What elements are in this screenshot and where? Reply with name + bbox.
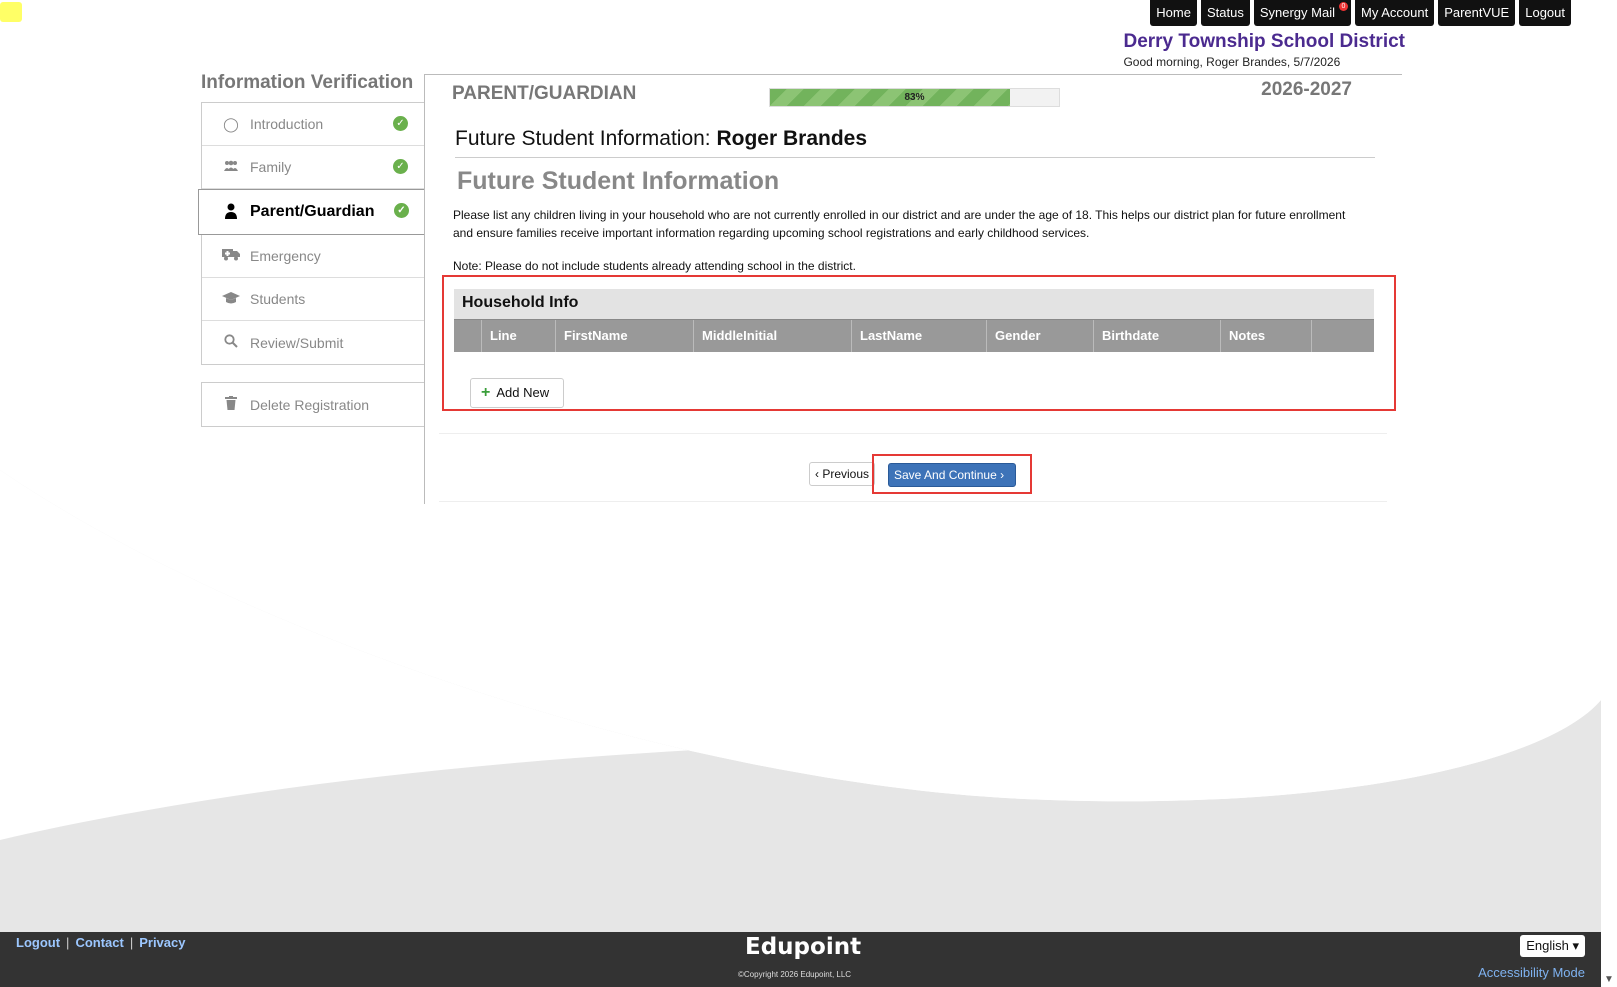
page-title: Future Student Information: Roger Brande… (455, 127, 1375, 158)
household-info-title: Household Info (454, 289, 1374, 319)
nav-status-button[interactable]: Status (1200, 0, 1250, 26)
household-table-header: Line FirstName MiddleInitial LastName Ge… (454, 319, 1374, 352)
column-header-firstname[interactable]: FirstName (556, 320, 694, 352)
nav-synergy-mail-button[interactable]: Synergy Mail 0 (1253, 0, 1351, 26)
school-year: 2026-2027 (1261, 79, 1352, 100)
vertical-scrollbar[interactable]: ▼ (1601, 0, 1617, 987)
sidebar-item-emergency[interactable]: Emergency (202, 235, 424, 278)
users-icon (222, 159, 240, 175)
page-title-student-name: Roger Brandes (716, 127, 868, 150)
graduation-cap-icon (222, 291, 240, 307)
column-header-birthdate[interactable]: Birthdate (1094, 320, 1221, 352)
description-text: Please list any children living in your … (453, 208, 1346, 240)
sidebar-item-parent-guardian[interactable]: Parent/Guardian ✓ (198, 189, 425, 235)
footer: Logout | Contact | Privacy Edupoint ©Copyrig… (0, 932, 1601, 987)
plus-icon: + (481, 384, 491, 401)
column-header-gender[interactable]: Gender (987, 320, 1094, 352)
edupoint-logo: Edupoint (745, 934, 862, 960)
search-icon (222, 334, 240, 351)
household-grid: Household Info Line FirstName MiddleInit… (454, 289, 1374, 408)
progress-bar: 83% (769, 88, 1060, 107)
sidebar-item-label: Family (250, 159, 292, 175)
top-navigation: Home Status Synergy Mail 0 My Account Pa… (1150, 0, 1571, 26)
sidebar-item-label: Students (250, 291, 306, 307)
previous-button[interactable]: ‹ Previous (809, 462, 875, 486)
user-greeting: Good morning, Roger Brandes, 5/7/2026 (1123, 55, 1341, 69)
check-circle-icon: ✓ (393, 116, 408, 131)
delete-registration-label: Delete Registration (250, 396, 370, 413)
copyright-text: ©Copyright 2026 Edupoint, LLC (738, 970, 852, 979)
column-header-select (454, 320, 482, 352)
save-button-highlight: Save And Continue › (872, 454, 1032, 494)
main-panel: PARENT/GUARDIAN 83% 2026-2027 Future Stu… (424, 74, 1402, 504)
column-header-lastname[interactable]: LastName (852, 320, 987, 352)
column-header-middleinitial[interactable]: MiddleInitial (694, 320, 852, 352)
accessibility-mode-link[interactable]: Accessibility Mode (1478, 965, 1585, 980)
household-info-section: Household Info Line FirstName MiddleInit… (442, 275, 1396, 411)
previous-label: Previous (822, 467, 870, 481)
language-select[interactable]: English ▾ (1520, 935, 1585, 957)
district-header: Derry Township School District Good morn… (1123, 31, 1405, 69)
add-new-label: Add New (496, 385, 550, 400)
nav-logout-button[interactable]: Logout (1519, 0, 1571, 26)
column-header-actions (1312, 320, 1346, 352)
mail-count-badge: 0 (1338, 2, 1348, 11)
sidebar-item-family[interactable]: Family ✓ (202, 146, 424, 189)
divider (439, 501, 1387, 502)
page-title-prefix: Future Student Information: (455, 127, 717, 150)
footer-contact-link[interactable]: Contact (75, 935, 123, 950)
divider (439, 433, 1387, 434)
chevron-right-icon: › (1000, 468, 1005, 482)
column-header-notes[interactable]: Notes (1221, 320, 1312, 352)
footer-links: Logout | Contact | Privacy (16, 935, 185, 950)
synergy-mail-label: Synergy Mail (1259, 5, 1335, 20)
section-title: PARENT/GUARDIAN (452, 83, 637, 104)
separator: | (129, 935, 134, 950)
footer-logout-link[interactable]: Logout (16, 935, 60, 950)
sidebar-title: Information Verification (201, 72, 414, 93)
caret-down-icon: ▾ (1572, 938, 1579, 953)
column-header-line[interactable]: Line (482, 320, 556, 352)
delete-registration-button[interactable]: Delete Registration (201, 382, 425, 427)
sidebar-item-label: Parent/Guardian (250, 203, 375, 220)
nav-parentvue-button[interactable]: ParentVUE (1438, 0, 1516, 26)
check-circle-icon: ✓ (394, 203, 409, 218)
footer-privacy-link[interactable]: Privacy (139, 935, 185, 950)
nav-home-button[interactable]: Home (1150, 0, 1197, 26)
sidebar-item-label: Review/Submit (250, 334, 344, 351)
nav-my-account-button[interactable]: My Account (1354, 0, 1435, 26)
save-and-continue-label: Save And Continue (894, 468, 997, 482)
separator: | (66, 935, 70, 950)
sidebar-item-label: Introduction (250, 116, 324, 132)
scroll-down-arrow-icon[interactable]: ▼ (1604, 974, 1614, 985)
user-icon (222, 203, 240, 222)
lightbulb-icon: ◯ (223, 115, 239, 132)
add-new-button[interactable]: + Add New (470, 378, 564, 408)
ambulance-icon (222, 248, 240, 264)
sidebar: Information Verification ◯ Introduction … (198, 72, 425, 427)
sticky-note-marker (0, 2, 22, 22)
note-text: Note: Please do not include students alr… (453, 259, 856, 273)
sidebar-item-label: Emergency (250, 248, 321, 264)
sidebar-steps: ◯ Introduction ✓ Family ✓ Parent/Guardia… (198, 102, 425, 365)
progress-label: 83% (904, 92, 925, 103)
language-label: English (1526, 938, 1569, 953)
sidebar-item-introduction[interactable]: ◯ Introduction ✓ (202, 103, 424, 146)
check-circle-icon: ✓ (393, 159, 408, 174)
sidebar-item-students[interactable]: Students (202, 278, 424, 321)
save-and-continue-button[interactable]: Save And Continue › (888, 463, 1016, 487)
sub-heading: Future Student Information (457, 167, 780, 195)
trash-icon (222, 396, 240, 413)
sidebar-item-review-submit[interactable]: Review/Submit (202, 321, 424, 364)
chevron-left-icon: ‹ (815, 467, 819, 481)
district-name: Derry Township School District (1123, 31, 1405, 52)
